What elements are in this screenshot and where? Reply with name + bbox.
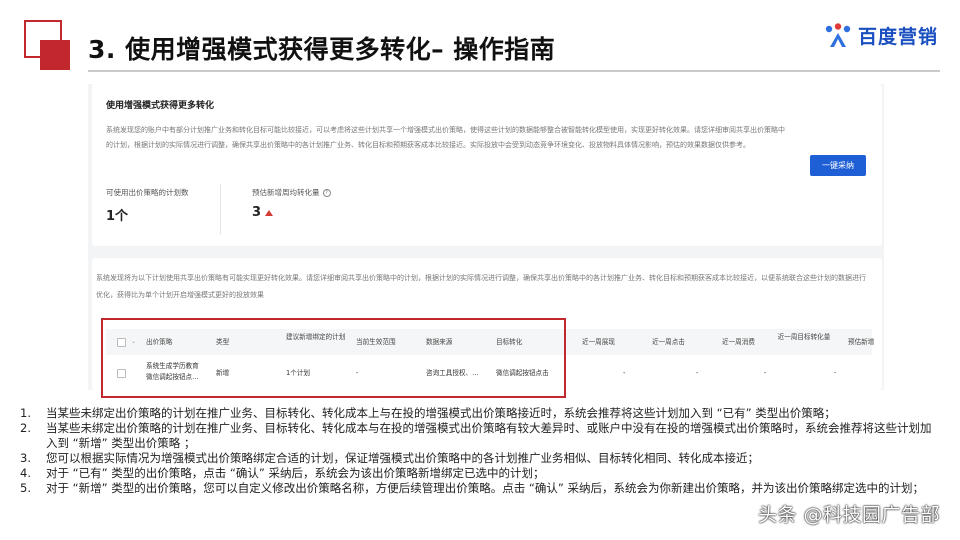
note-text: 对于 “新增” 类型的出价策略，您可以自定义修改出价策略名称，方便后续管理出价策… [46, 481, 924, 495]
adopt-all-button[interactable]: 一键采纳 [810, 155, 866, 176]
col-estimated-new: 预估新增 [848, 338, 875, 346]
decor-square-fill [40, 40, 70, 70]
note-text: 对于 “已有” 类型的出价策略，点击 “确认” 采纳后，系统会为该出价策略新增绑… [46, 466, 545, 480]
col-week-conversions[interactable]: 近一周目标转化量 [776, 332, 832, 343]
card-description: 系统发现您的账户中有部分计划推广业务和转化目标可能比较接近，可以考虑将这些计划共… [106, 126, 785, 149]
metric-conversion-label-text: 预估新增周均转化量 [252, 188, 320, 197]
note-item: 1. 当某些未绑定出价策略的计划在推广业务、目标转化、转化成本上与在投的增强模式出… [20, 406, 940, 421]
recommendation-card: 使用增强模式获得更多转化 系统发现您的账户中有部分计划推广业务和转化目标可能比较… [92, 84, 882, 246]
note-item: 5. 对于 “新增” 类型的出价策略，您可以自定义修改出价策略名称，方便后续管理出… [20, 481, 940, 496]
metric-conversion-label: 预估新增周均转化量? [252, 187, 331, 198]
brand-logo: 百度营销 [824, 22, 938, 49]
slide-title: 3. 使用增强模式获得更多转化– 操作指南 [88, 35, 556, 64]
title-divider [88, 70, 940, 72]
note-text: 当某些未绑定出价策略的计划在推广业务、目标转化、转化成本与在投的增强模式出价策略… [46, 421, 932, 450]
metric-conversion-value-text: 3 [252, 205, 262, 220]
trend-up-icon [265, 209, 274, 216]
note-number: 2. [20, 421, 31, 435]
cell-clicks: - [696, 369, 699, 377]
note-item: 3. 您可以根据实际情况为增强模式出价策略绑定合适的计划，保证增强模式出价策略中的… [20, 451, 940, 466]
metric-plan-count-value: 1个 [106, 209, 129, 224]
col-week-spend[interactable]: 近一周消费 [722, 337, 755, 348]
note-number: 1. [20, 406, 31, 420]
metric-plan-count-label: 可使用出价策略的计划数 [106, 188, 189, 197]
note-text: 当某些未绑定出价策略的计划在推广业务、目标转化、转化成本上与在投的增强模式出价策… [46, 406, 836, 420]
col-week-clicks[interactable]: 近一周点击 [652, 337, 685, 348]
notes-list: 1. 当某些未绑定出价策略的计划在推广业务、目标转化、转化成本上与在投的增强模式出… [20, 406, 940, 496]
metric-divider [220, 184, 221, 234]
note-item: 2. 当某些未绑定出价策略的计划在推广业务、目标转化、转化成本与在投的增强模式出价… [20, 421, 940, 451]
table-description: 系统发现将为以下计划使用共享出价策略有可能实现更好转化效果。请您详细审阅共享出价… [96, 274, 866, 299]
highlight-box [101, 318, 566, 398]
logo-text: 百度营销 [857, 26, 938, 48]
col-week-impressions[interactable]: 近一周展现 [582, 337, 615, 348]
help-icon[interactable]: ? [322, 189, 331, 197]
baidu-logo-icon [825, 22, 851, 47]
cell-conversions: - [834, 369, 837, 377]
metric-conversion-value: 3 [252, 205, 274, 220]
note-number: 3. [20, 451, 31, 465]
cell-impressions: - [623, 369, 626, 377]
note-number: 4. [20, 466, 31, 480]
card-title: 使用增强模式获得更多转化 [106, 101, 215, 111]
cell-spend: - [764, 369, 767, 377]
note-text: 您可以根据实际情况为增强模式出价策略绑定合适的计划，保证增强模式出价策略中的各计… [46, 451, 759, 465]
note-number: 5. [20, 481, 31, 495]
note-item: 4. 对于 “已有” 类型的出价策略，点击 “确认” 采纳后，系统会为该出价策略新… [20, 466, 940, 481]
watermark: 头条 @科技园广告部 [757, 504, 940, 526]
